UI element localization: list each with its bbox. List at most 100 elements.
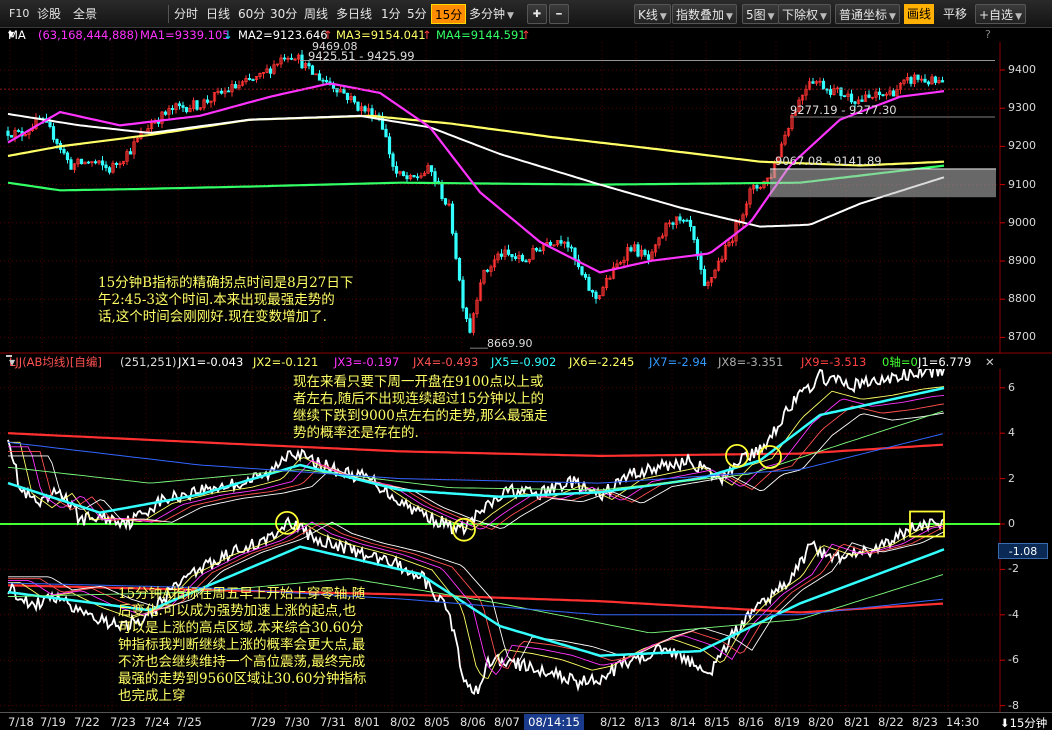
range-label-3: 9067.08 - 9141.89 — [775, 154, 882, 168]
price-y-tick-label: 8700 — [1008, 330, 1036, 344]
chevron-down-icon: ▼ — [820, 12, 827, 22]
candle-body — [321, 79, 325, 82]
price-y-tick-label: 9000 — [1008, 215, 1036, 229]
date-tick-label: 8/01 — [354, 715, 380, 729]
candle-body — [391, 153, 395, 167]
candle-body — [587, 276, 591, 291]
candle-body — [62, 149, 66, 154]
candle-body — [825, 88, 829, 91]
candle-body — [940, 80, 945, 83]
candle-body — [457, 258, 462, 281]
zoom-out-button[interactable]: ━ — [549, 4, 569, 24]
candle-body — [877, 91, 882, 96]
pan-button[interactable]: 平移 — [940, 4, 970, 24]
candle-body — [909, 77, 913, 84]
ma1-value: MA1=9339.105 — [140, 28, 230, 42]
note-line: 午2:45-3这个时间.本来出现最强走势的 — [98, 292, 335, 308]
candle-body — [51, 126, 56, 140]
candle-body — [891, 90, 896, 97]
tab-weekly[interactable]: 周线 — [301, 4, 331, 24]
date-tick-label: 8/21 — [844, 715, 870, 729]
chevron-down-icon: ▼ — [767, 12, 775, 22]
candle-body — [184, 107, 189, 113]
indicator-params: (251,251) — [120, 355, 177, 369]
highlight-circle — [758, 445, 782, 469]
draw-line-button[interactable]: 画线 — [904, 4, 935, 24]
candle-body — [195, 100, 199, 110]
help-icon[interactable]: ? — [985, 28, 991, 41]
adjust-select[interactable]: 下除权 ▼ — [778, 4, 831, 24]
tab-fenshi[interactable]: 分时 — [171, 4, 201, 24]
candle-body — [226, 90, 231, 93]
candle-body — [646, 254, 651, 260]
jx2-value: JX2=-0.121 — [253, 355, 319, 369]
close-icon[interactable]: ✕ — [985, 354, 995, 370]
diagnose-button[interactable]: 诊股 — [34, 4, 64, 24]
tab-multi-day[interactable]: 多日线 — [333, 4, 375, 24]
f10-button[interactable]: F10 — [6, 4, 32, 24]
coordinate-label: 普通坐标 — [839, 8, 888, 22]
candle-body — [429, 165, 434, 173]
candle-body — [534, 248, 539, 251]
tab-15min[interactable]: 15分 — [431, 4, 467, 24]
toolbar-divider — [168, 5, 169, 23]
indicator-y-tick-label: 2 — [1008, 471, 1015, 485]
add-watchlist-button[interactable]: +自选 ▼ — [975, 4, 1026, 24]
tab-daily[interactable]: 日线 — [203, 4, 233, 24]
candle-body — [104, 164, 108, 169]
arrow-up-icon: ↑ — [521, 28, 531, 42]
date-tick-label: 7/31 — [320, 715, 346, 729]
tab-30min[interactable]: 30分 — [267, 4, 300, 24]
date-tick-label: 7/29 — [250, 715, 276, 729]
coordinate-select[interactable]: 普通坐标 ▼ — [835, 4, 900, 24]
note-line: 不济也会继续维持一个高位震荡,最终完成 — [118, 654, 366, 670]
index-overlay-select[interactable]: 指数叠加 ▼ — [672, 4, 737, 24]
candle-body — [394, 166, 399, 174]
kline-type-select[interactable]: K线 ▼ — [634, 4, 671, 24]
candle-body — [671, 222, 675, 225]
candle-body — [384, 128, 388, 138]
arrow-down-icon: ↓ — [223, 28, 233, 42]
highlight-circle — [725, 444, 749, 468]
candle-body — [16, 130, 21, 132]
candle-body — [524, 260, 528, 263]
candle-body — [594, 291, 598, 299]
candle-body — [156, 121, 161, 124]
jx6-value: JX6=-2.245 — [569, 355, 635, 369]
tab-1min[interactable]: 1分 — [378, 4, 404, 24]
candle-body — [289, 57, 294, 60]
price-y-tick-label: 8800 — [1008, 292, 1036, 306]
panorama-button[interactable]: 全景 — [70, 4, 100, 24]
candle-body — [926, 81, 931, 85]
tab-60min[interactable]: 60分 — [235, 4, 268, 24]
candle-body — [485, 269, 490, 272]
date-axis: 7/18 7/19 7/22 7/23 7/24 7/25 7/29 7/30 7/31 8/01… — [0, 712, 1052, 730]
low-price-label: 8669.90 — [487, 337, 533, 350]
indicator-legend: LJJ(AB均线)[自编] ▼ (251,251) JX1=-0.043 JX2=… — [0, 354, 1052, 370]
note-line: 最强的走势到9560区域让30.60分钟指标 — [118, 671, 367, 687]
period-select[interactable]: ⬇15分钟 — [1000, 715, 1047, 730]
zoom-in-button[interactable]: ✚ — [527, 4, 547, 24]
date-tick-label: 8/05 — [424, 715, 450, 729]
candle-body — [247, 78, 252, 80]
candle-body — [401, 171, 406, 177]
date-tick-label: 8/13 — [634, 715, 660, 729]
kline-label: K线 — [638, 8, 658, 22]
tab-multi-minute[interactable]: 多分钟 ▼ — [466, 4, 517, 24]
candle-body — [513, 256, 518, 259]
candle-body — [405, 175, 409, 180]
price-y-tick-label: 9200 — [1008, 139, 1036, 153]
tab-5min[interactable]: 5分 — [404, 4, 430, 24]
date-tick-label: 8/19 — [774, 715, 800, 729]
index-overlay-label: 指数叠加 — [676, 8, 725, 22]
date-tick-label: 8/15 — [704, 715, 730, 729]
candle-body — [923, 78, 927, 83]
date-tick-label: 8/02 — [390, 715, 416, 729]
candle-body — [464, 307, 469, 320]
indicator-select[interactable]: LJJ(AB均线)[自编] ▼ — [6, 355, 102, 369]
multi-chart-select[interactable]: 5图 ▼ — [742, 4, 779, 24]
candle-body — [100, 160, 105, 166]
date-tick-label: 8/07 — [494, 715, 520, 729]
candle-body — [559, 240, 563, 244]
candle-body — [702, 269, 707, 286]
